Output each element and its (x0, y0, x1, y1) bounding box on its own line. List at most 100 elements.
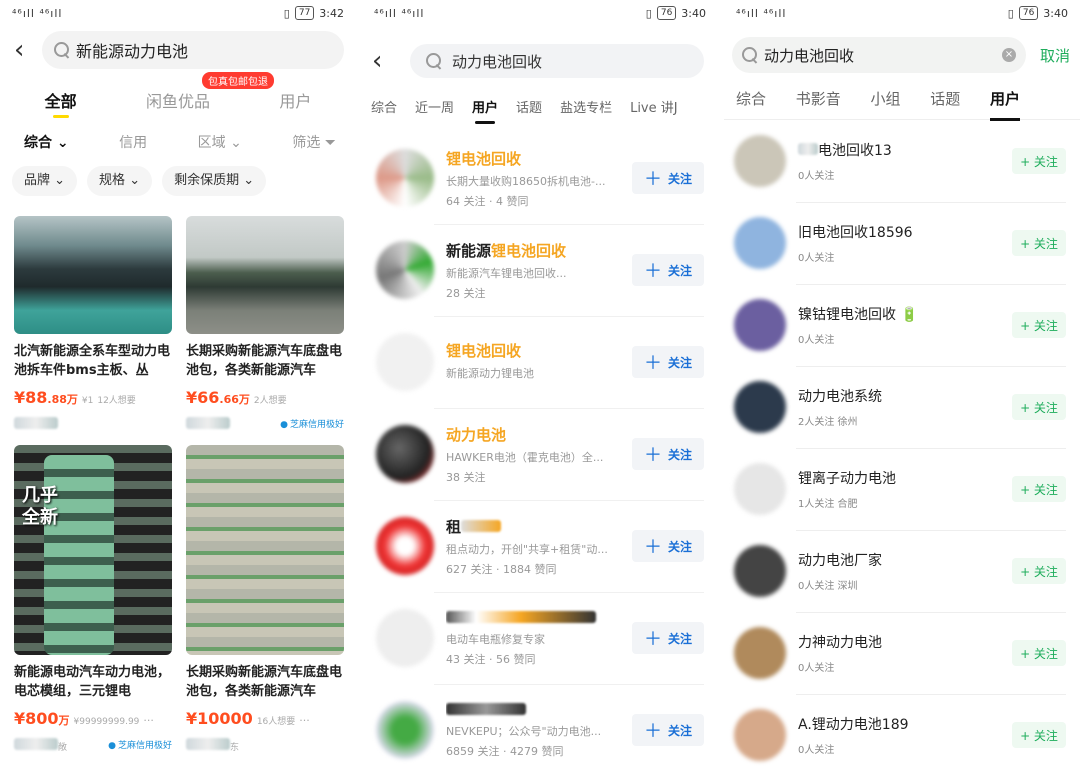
user-desc: 新能源动力锂电池 (446, 366, 534, 380)
follow-button[interactable]: + 关注 (1012, 476, 1066, 502)
user-row[interactable]: 电动车电瓶修复专家 43 关注 · 56 赞同 ＋关注 (362, 592, 718, 684)
search-input[interactable]: 动力电池回收 (410, 44, 704, 78)
product-price: ¥800万 (14, 709, 70, 728)
tab-topics[interactable]: 话题 (930, 88, 960, 109)
item-meta: 0人关注 (798, 171, 835, 182)
user-name: 动力电池 (446, 425, 507, 444)
follow-button[interactable]: ＋关注 (632, 438, 704, 470)
filter-overall[interactable]: 综合 ⌄ (24, 132, 69, 162)
user-name: 新能源锂电池回收 (446, 241, 567, 260)
user-row[interactable]: NEVKEPU；公众号"动力电池... 6859 关注 · 4279 赞同 ＋关… (362, 684, 718, 776)
list-item[interactable]: 动力电池系统 2人关注 徐州 + 关注 (724, 366, 1080, 448)
clear-icon[interactable]: × (1001, 48, 1016, 62)
follow-button[interactable]: ＋关注 (632, 346, 704, 378)
product-card[interactable]: 北汽新能源全系车型动力电池拆车件bms主板、丛 ¥88.88万 ¥1 12人想要 (14, 216, 172, 431)
user-stats: 64 关注 · 4 赞同 (446, 194, 529, 208)
avatar (376, 333, 434, 391)
tab-topics[interactable]: 话题 (507, 97, 551, 116)
more-icon[interactable]: ··· (299, 714, 310, 727)
seller-avatar (14, 737, 58, 750)
follow-button[interactable]: ＋关注 (632, 714, 704, 746)
chip-brand[interactable]: 品牌 ⌄ (12, 166, 78, 196)
want-count: 16人想要 (256, 717, 296, 727)
tab-overall[interactable]: 综合 (736, 88, 766, 109)
user-row[interactable]: 新能源锂电池回收 新能源汽车锂电池回收... 28 关注 ＋关注 (362, 224, 718, 316)
list-item[interactable]: 镍钴锂电池回收 🔋 0人关注 + 关注 (724, 284, 1080, 366)
tab-live[interactable]: Live 讲J (621, 97, 687, 116)
item-name: 动力电池系统 (798, 389, 882, 405)
signal-indicator: ⁴⁶ıll ⁴⁶ıll (736, 6, 787, 20)
product-grid: 北汽新能源全系车型动力电池拆车件bms主板、丛 ¥88.88万 ¥1 12人想要… (0, 206, 356, 753)
tab-groups[interactable]: 小组 (870, 88, 900, 109)
product-card[interactable]: 几乎 全新 新能源电动汽车动力电池，电芯模组，三元锂电 ¥800万 ¥999999… (14, 445, 172, 753)
avatar (376, 701, 434, 759)
vibrate-icon: ▯ (283, 6, 290, 20)
douban-group-search-screen: ⁴⁶ıll ⁴⁶ıll ▯ 76 3:40 动力电池回收 × 取消 综合 书影音… (724, 0, 1080, 780)
tab-columns[interactable]: 盐选专栏 (551, 97, 621, 116)
search-input[interactable]: 动力电池回收 × (732, 37, 1026, 73)
original-price: ¥1 (81, 396, 94, 406)
cancel-button[interactable]: 取消 (1040, 45, 1070, 66)
list-item[interactable]: A.锂动力电池189 0人关注 + 关注 (724, 694, 1080, 776)
item-name: 力神动力电池 (798, 635, 882, 651)
product-image (14, 216, 172, 334)
product-image (186, 216, 344, 334)
follow-button[interactable]: ＋关注 (632, 622, 704, 654)
chip-spec[interactable]: 规格 ⌄ (87, 166, 153, 196)
user-row[interactable]: 锂电池回收 长期大量收购18650拆机电池-... 64 关注 · 4 赞同 ＋… (362, 132, 718, 224)
tab-users[interactable]: 用户 (989, 88, 1020, 121)
back-icon[interactable]: ‹ (372, 48, 400, 74)
user-row[interactable]: 租 租点动力，开创"共享+租赁"动... 627 关注 · 1884 赞同 ＋关… (362, 500, 718, 592)
follow-button[interactable]: + 关注 (1012, 230, 1066, 256)
search-icon (426, 53, 442, 69)
tab-media[interactable]: 书影音 (796, 88, 841, 109)
follow-button[interactable]: ＋关注 (632, 162, 704, 194)
follow-button[interactable]: + 关注 (1012, 394, 1066, 420)
seller-avatar (186, 417, 230, 429)
avatar (734, 709, 786, 761)
user-stats: 43 关注 · 56 赞同 (446, 653, 536, 666)
list-item[interactable]: 动力电池厂家 0人关注 深圳 + 关注 (724, 530, 1080, 612)
chip-shelf-life[interactable]: 剩余保质期 ⌄ (162, 166, 267, 196)
follow-button[interactable]: + 关注 (1012, 722, 1066, 748)
list-item[interactable]: 锂离子动力电池 1人关注 合肥 + 关注 (724, 448, 1080, 530)
tab-overall[interactable]: 综合 (362, 97, 406, 116)
filter-region[interactable]: 区域 ⌄ (198, 132, 242, 162)
user-row[interactable]: 动力电池 HAWKER电池（霍克电池）全... 38 关注 ＋关注 (362, 408, 718, 500)
item-name: 旧电池回收18596 (798, 225, 913, 241)
tab-week[interactable]: 近一周 (406, 97, 463, 116)
item-meta: 0人关注 (798, 663, 835, 674)
follow-button[interactable]: + 关注 (1012, 148, 1066, 174)
follow-button[interactable]: + 关注 (1012, 640, 1066, 666)
seller-avatar (186, 737, 230, 750)
search-input[interactable]: 新能源动力电池 (42, 31, 344, 69)
product-card[interactable]: 长期采购新能源汽车底盘电池包，各类新能源汽车 ¥10000 16人想要 ··· … (186, 445, 344, 753)
battery-indicator: 77 (294, 6, 315, 20)
back-icon[interactable]: ‹ (14, 37, 42, 63)
list-item[interactable]: 电池回收13 0人关注 + 关注 (724, 120, 1080, 202)
follow-button[interactable]: ＋关注 (632, 254, 704, 286)
credit-badge: 芝麻信用极好 (280, 417, 344, 430)
more-icon[interactable]: ··· (143, 714, 154, 727)
user-stats: 28 关注 (446, 286, 486, 300)
user-desc: HAWKER电池（霍克电池）全... (446, 450, 604, 464)
user-row[interactable]: 锂电池回收 新能源动力锂电池 ＋关注 (362, 316, 718, 408)
product-card[interactable]: 长期采购新能源汽车底盘电池包，各类新能源汽车 ¥66.66万 2人想要 芝麻信用… (186, 216, 344, 431)
user-name (446, 609, 632, 627)
tab-users[interactable]: 用户 (279, 88, 311, 112)
list-item[interactable]: 旧电池回收18596 0人关注 + 关注 (724, 202, 1080, 284)
product-title: 新能源电动汽车动力电池，电芯模组，三元锂电 (14, 665, 171, 699)
user-name: 锂电池回收 (446, 149, 522, 168)
user-desc: 长期大量收购18650拆机电池-... (446, 174, 606, 188)
follow-button[interactable]: ＋关注 (632, 530, 704, 562)
tab-users[interactable]: 用户 (463, 97, 507, 124)
follow-button[interactable]: + 关注 (1012, 558, 1066, 584)
result-tabs: 综合 近一周 用户 话题 盐选专栏 Live 讲J (362, 86, 718, 126)
follow-button[interactable]: + 关注 (1012, 312, 1066, 338)
tab-premium[interactable]: 闲鱼优品 (146, 88, 210, 112)
tab-all[interactable]: 全部 (45, 88, 77, 118)
list-item[interactable]: 力神动力电池 0人关注 + 关注 (724, 612, 1080, 694)
want-count: 12人想要 (97, 396, 136, 406)
filter-credit[interactable]: 信用 (119, 132, 147, 162)
filter-screen[interactable]: 筛选 ⏷ (292, 132, 336, 162)
